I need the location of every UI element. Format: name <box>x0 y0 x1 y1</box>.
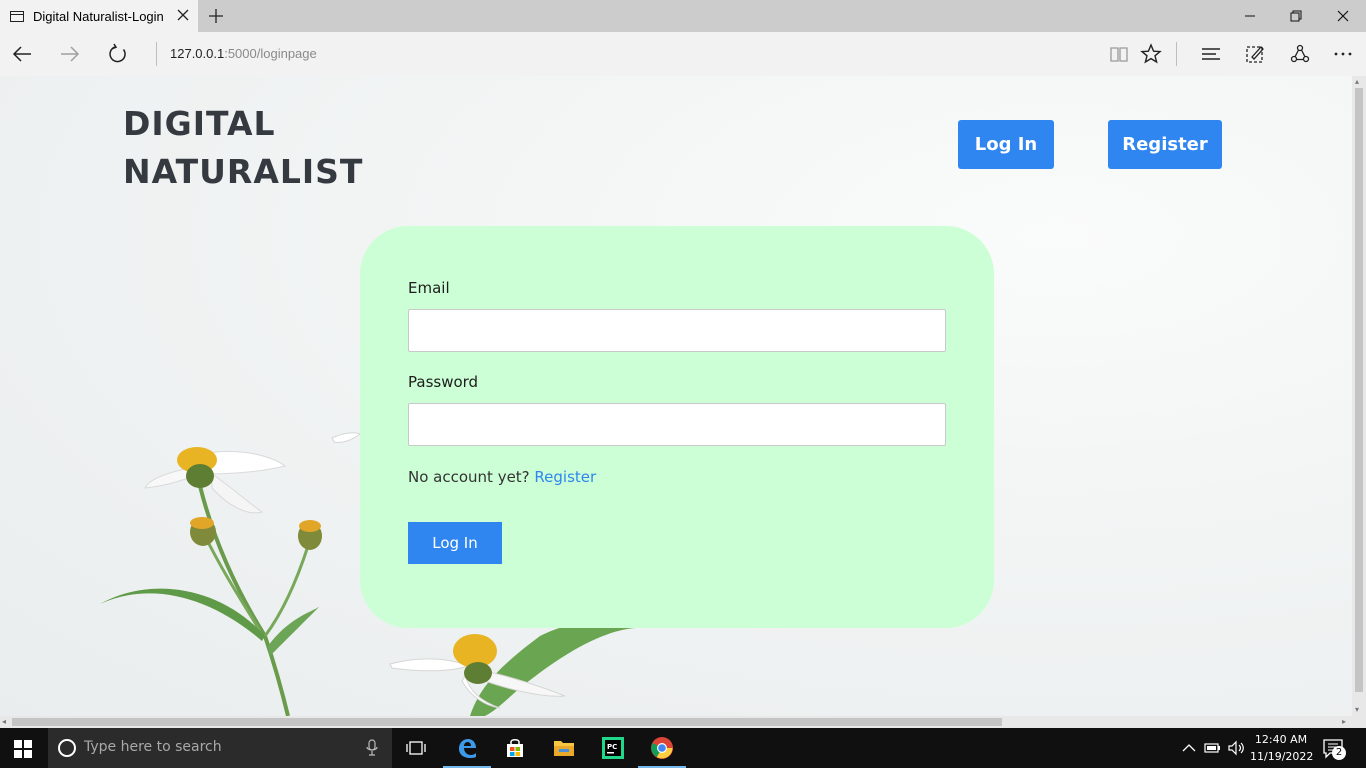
scroll-right-arrow-icon[interactable]: ▸ <box>1342 718 1346 726</box>
search-placeholder: Type here to search <box>84 739 222 755</box>
login-submit-button[interactable]: Log In <box>408 522 502 564</box>
edge-browser-icon <box>459 739 476 758</box>
url-host: 127.0.0.1 <box>170 46 225 61</box>
no-account-text: No account yet? <box>408 468 530 486</box>
system-clock[interactable]: 12:40 AM 11/19/2022 <box>1250 731 1314 765</box>
windows-taskbar: Type here to search PC 12:40 AM 11/19/20… <box>0 728 1366 768</box>
pycharm-icon: PC <box>602 737 624 759</box>
notification-count-badge: 2 <box>1332 746 1346 760</box>
header-register-button[interactable]: Register <box>1108 120 1222 169</box>
share-icon[interactable] <box>1289 43 1311 65</box>
battery-icon[interactable] <box>1203 738 1221 758</box>
show-hidden-icons-chevron-icon[interactable] <box>1180 738 1198 758</box>
microphone-icon[interactable] <box>366 739 378 757</box>
browser-toolbar: 127.0.0.1:5000/loginpage <box>0 32 1366 76</box>
login-card: Email Password No account yet? Register … <box>360 226 994 628</box>
scroll-down-arrow-icon[interactable]: ▾ <box>1355 706 1359 714</box>
minimize-icon[interactable] <box>1240 6 1260 26</box>
email-field[interactable] <box>408 309 946 352</box>
close-tab-icon[interactable] <box>176 8 190 22</box>
brand-line-2: NATURALIST <box>123 152 364 191</box>
taskbar-chrome[interactable] <box>638 728 686 768</box>
more-options-icon[interactable] <box>1332 43 1354 65</box>
reading-view-icon[interactable] <box>1108 43 1130 65</box>
taskbar-pycharm[interactable]: PC <box>589 728 637 768</box>
clock-date: 11/19/2022 <box>1250 750 1314 763</box>
scroll-left-arrow-icon[interactable]: ◂ <box>2 718 6 726</box>
page-icon <box>10 10 24 22</box>
favorite-star-icon[interactable] <box>1140 43 1162 65</box>
windows-start-icon[interactable] <box>13 739 33 759</box>
refresh-icon[interactable] <box>107 43 129 65</box>
taskbar-file-explorer[interactable] <box>540 728 588 768</box>
browser-tab-strip: Digital Naturalist-Login <box>0 0 1366 32</box>
register-link[interactable]: Register <box>534 468 596 486</box>
forward-arrow-icon[interactable] <box>59 43 81 65</box>
back-arrow-icon[interactable] <box>11 43 33 65</box>
svg-text:PC: PC <box>607 743 617 751</box>
vertical-scroll-thumb[interactable] <box>1355 88 1363 692</box>
toolbar-divider <box>1176 42 1177 66</box>
cortana-icon <box>58 739 76 757</box>
new-tab-icon[interactable] <box>207 7 225 25</box>
url-path: :5000/loginpage <box>224 46 317 61</box>
browser-tab[interactable]: Digital Naturalist-Login <box>0 0 198 32</box>
task-view-icon <box>406 741 426 755</box>
web-note-icon[interactable] <box>1244 43 1266 65</box>
taskbar-store[interactable] <box>491 728 539 768</box>
address-bar[interactable]: 127.0.0.1:5000/loginpage <box>170 46 317 61</box>
address-divider <box>156 42 157 66</box>
scroll-up-arrow-icon[interactable]: ▴ <box>1355 78 1359 86</box>
brand-line-1: DIGITAL <box>123 104 276 143</box>
hub-icon[interactable] <box>1200 43 1222 65</box>
site-brand: DIGITAL NATURALIST <box>123 100 363 196</box>
clock-time: 12:40 AM <box>1254 733 1308 746</box>
password-label: Password <box>408 373 479 391</box>
tab-title: Digital Naturalist-Login <box>33 8 164 24</box>
close-window-icon[interactable] <box>1333 6 1353 26</box>
page-viewport: DIGITAL NATURALIST Log In Register Email… <box>0 76 1352 716</box>
taskbar-edge[interactable] <box>443 728 491 768</box>
header-login-button[interactable]: Log In <box>958 120 1054 169</box>
email-label: Email <box>408 279 450 297</box>
restore-icon[interactable] <box>1286 6 1306 26</box>
horizontal-scrollbar[interactable]: ◂ ▸ <box>0 716 1352 728</box>
horizontal-scroll-thumb[interactable] <box>12 718 1002 726</box>
no-account-prompt: No account yet? Register <box>408 468 596 486</box>
volume-icon[interactable] <box>1227 738 1245 758</box>
chrome-icon <box>651 737 673 759</box>
vertical-scrollbar[interactable]: ▴ ▾ <box>1352 76 1366 716</box>
taskbar-search-box[interactable]: Type here to search <box>48 728 392 768</box>
scrollbar-corner <box>1352 716 1366 728</box>
task-view-button[interactable] <box>392 728 440 768</box>
store-icon <box>507 739 523 757</box>
password-field[interactable] <box>408 403 946 446</box>
folder-icon <box>554 741 574 756</box>
